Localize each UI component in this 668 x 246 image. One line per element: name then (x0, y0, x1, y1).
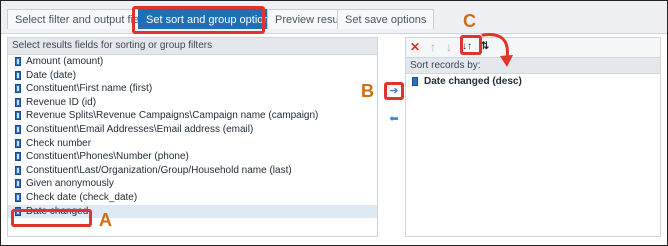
field-label: Given anonymously (26, 178, 114, 190)
field-list-item[interactable]: Given anonymously (8, 177, 377, 191)
sort-button-highlight-box (460, 35, 482, 55)
sort-records-panel: ✕ ↑ ↓ ↓↑ ⇅ Sort records by: Date changed… (405, 37, 661, 237)
callout-b: B (361, 81, 374, 101)
field-list-item[interactable]: Constituent\Phones\Number (phone) (8, 150, 377, 164)
field-icon (15, 97, 21, 107)
field-label: Revenue ID (id) (26, 96, 97, 108)
field-icon (15, 138, 21, 148)
field-list-item[interactable]: Constituent\Last/Organization/Group/Hous… (8, 164, 377, 178)
delete-icon[interactable]: ✕ (408, 40, 422, 54)
results-fields-panel: Select results fields for sorting or gro… (7, 37, 378, 237)
sort-item-label: Date changed (desc) (424, 76, 522, 87)
field-list-item[interactable]: Amount (amount) (8, 55, 377, 69)
callout-a: A (99, 210, 112, 230)
field-icon (15, 57, 21, 66)
field-label: Amount (amount) (26, 56, 104, 67)
selected-field-highlight-box (11, 209, 92, 227)
results-fields-header: Select results fields for sorting or gro… (8, 38, 377, 55)
sort-records-header: Sort records by: (406, 58, 660, 74)
field-icon (412, 77, 418, 86)
field-icon (15, 179, 21, 189)
move-up-icon[interactable]: ↑ (426, 40, 440, 54)
field-list-item[interactable]: Revenue ID (id) (8, 96, 377, 110)
tab-highlight-box (132, 6, 265, 34)
field-list-item[interactable]: Check number (8, 137, 377, 151)
callout-arrow-icon (481, 33, 513, 67)
field-label: Date (date) (26, 69, 77, 81)
field-label: Revenue Splits\Revenue Campaigns\Campaig… (26, 110, 319, 122)
tab-set-save-options[interactable]: Set save options (337, 9, 435, 29)
field-icon (15, 111, 21, 121)
field-icon (15, 70, 21, 80)
sort-list-item[interactable]: Date changed (desc) (406, 74, 660, 89)
field-icon (15, 84, 21, 94)
field-list-item[interactable]: Revenue Splits\Revenue Campaigns\Campaig… (8, 109, 377, 123)
field-icon (15, 152, 21, 162)
field-label: Constituent\Phones\Number (phone) (26, 151, 189, 163)
field-label: Constituent\Email Addresses\Email addres… (26, 123, 254, 135)
field-label: Check date (check_date) (26, 191, 138, 203)
field-icon (15, 165, 21, 175)
field-list-item[interactable]: Date (date) (8, 69, 377, 83)
query-editor-window: Select filter and output fields Set sort… (0, 0, 668, 246)
field-label: Constituent\Last/Organization/Group/Hous… (26, 164, 292, 176)
results-fields-list: Amount (amount) Date (date) Constituent\… (8, 55, 377, 219)
arrow-left-icon[interactable]: ⬅ (386, 112, 402, 126)
field-label: Constituent\First name (first) (26, 83, 153, 95)
field-list-item[interactable]: Constituent\First name (first) (8, 82, 377, 96)
field-list-item[interactable]: Check date (check_date) (8, 191, 377, 205)
tab-bar: Select filter and output fields Set sort… (1, 1, 667, 34)
sort-toolbar: ✕ ↑ ↓ ↓↑ ⇅ (406, 38, 660, 58)
field-icon (15, 124, 21, 134)
callout-c: C (463, 11, 476, 31)
move-right-highlight-box (384, 82, 404, 100)
field-label: Check number (26, 137, 92, 149)
field-list-item[interactable]: Constituent\Email Addresses\Email addres… (8, 123, 377, 137)
move-down-icon[interactable]: ↓ (442, 40, 456, 54)
field-icon (15, 192, 21, 202)
